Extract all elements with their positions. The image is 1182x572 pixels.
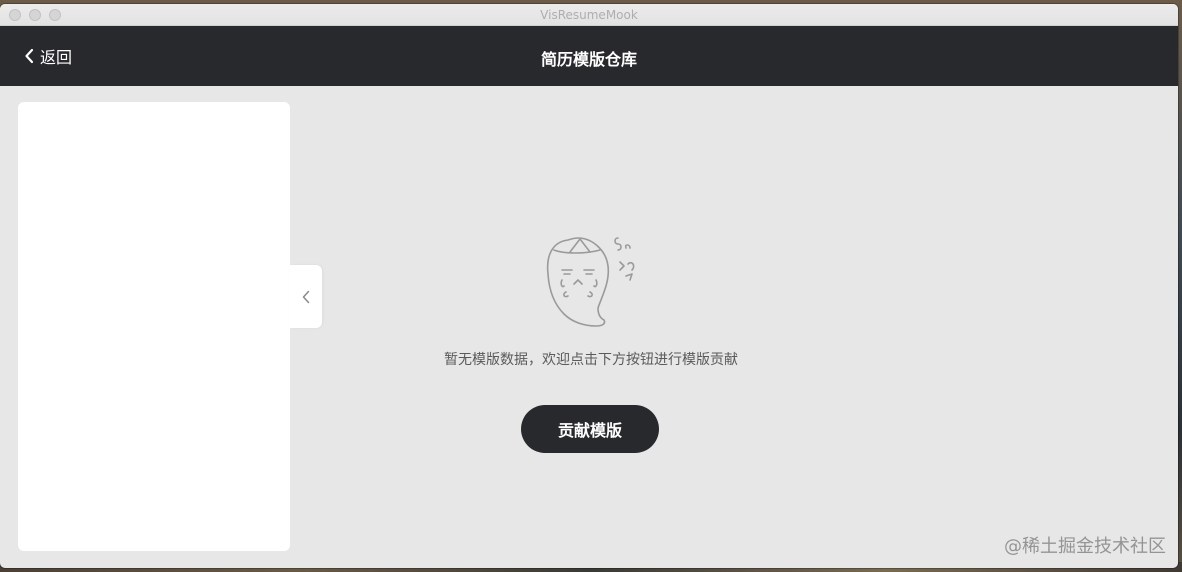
- empty-state-message: 暂无模版数据，欢迎点击下方按钮进行模版贡献: [444, 352, 738, 368]
- page-title: 简历模版仓库: [540, 50, 637, 69]
- window-title: VisResumeMook: [540, 8, 638, 22]
- watermark: @稀土掘金技术社区: [1004, 536, 1166, 557]
- template-list-panel: [18, 102, 290, 551]
- contribute-template-button[interactable]: 贡献模版: [521, 405, 659, 453]
- window-titlebar[interactable]: VisResumeMook: [0, 4, 1178, 26]
- app-header: 返回 简历模版仓库: [0, 26, 1178, 86]
- panel-collapse-toggle[interactable]: [290, 265, 322, 328]
- crying-ghost-illustration: [546, 237, 635, 327]
- chevron-left-icon: [302, 290, 310, 303]
- app-window: VisResumeMook 返回 简历模版仓库 暂无模版数据，欢迎点击下方按钮进…: [0, 4, 1178, 568]
